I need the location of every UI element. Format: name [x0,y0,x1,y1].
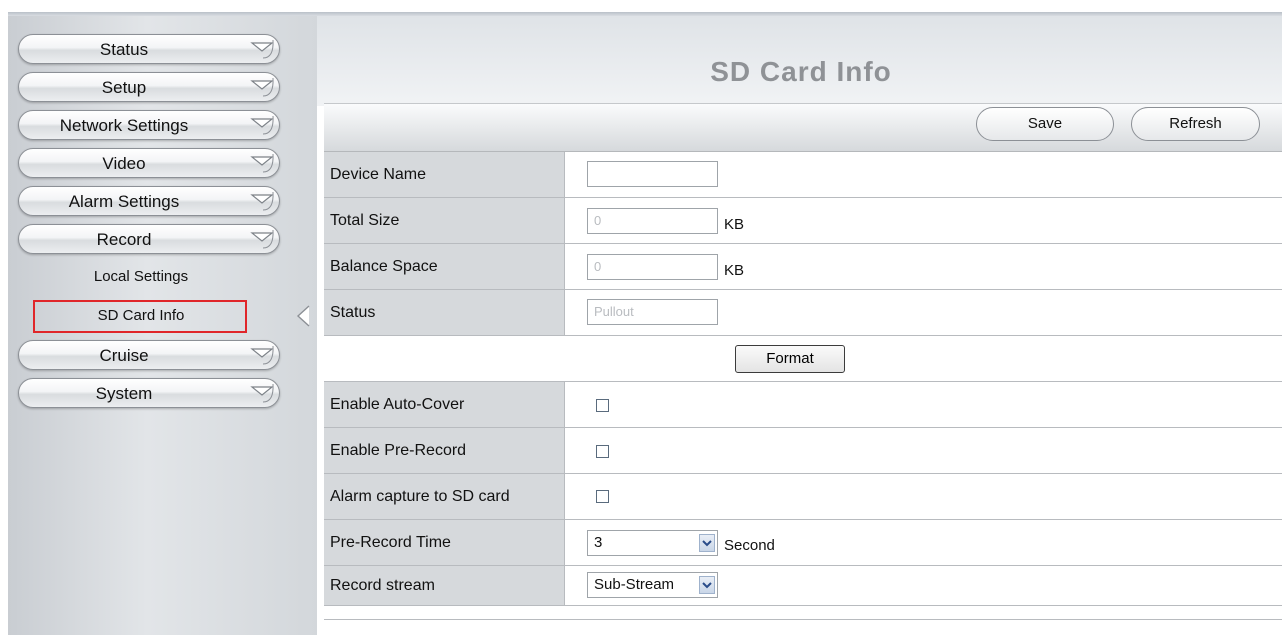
dropdown-arrow-icon [250,153,274,173]
dropdown-arrow-icon [250,383,274,403]
menu-label: Record [96,230,152,249]
device-name-label: Device Name [324,152,565,197]
submenu-sd-card-info[interactable]: SD Card Info [36,307,246,324]
status-label: Status [324,290,565,335]
pre-record-time-unit: Second [724,537,775,554]
dropdown-arrow-icon [250,229,274,249]
balance-space-input[interactable]: 0 [587,254,718,280]
pre-record-time-select[interactable]: 3 [587,530,718,556]
pre-record-time-value: 3 [594,534,603,551]
dropdown-arrow-icon [250,115,274,135]
menu-label: Setup [101,78,147,97]
menu-label: Video [102,154,146,173]
table-footer [324,606,1282,620]
dropdown-arrow-icon [250,191,274,211]
menu-record[interactable]: Record [18,224,280,254]
dropdown-arrow-icon [250,345,274,365]
dropdown-arrow-icon [250,39,274,59]
menu-label: Alarm Settings [68,192,180,211]
status-input[interactable]: Pullout [587,299,718,325]
save-button[interactable]: Save [976,107,1114,141]
total-size-input[interactable]: 0 [587,208,718,234]
menu-cruise[interactable]: Cruise [18,340,280,370]
select-arrow-icon [699,534,715,552]
auto-cover-label: Enable Auto-Cover [324,382,565,427]
balance-space-unit: KB [724,262,745,279]
menu-system[interactable]: System [18,378,280,408]
menu-status[interactable]: Status [18,34,280,64]
alarm-capture-checkbox[interactable] [596,490,609,503]
record-stream-label: Record stream [324,566,565,605]
menu-alarm-settings[interactable]: Alarm Settings [18,186,280,216]
total-size-label: Total Size [324,198,565,243]
menu-label: Network Settings [59,116,189,135]
menu-label: System [95,384,153,403]
device-name-input[interactable] [587,161,718,187]
pre-record-time-label: Pre-Record Time [324,520,565,565]
menu-video[interactable]: Video [18,148,280,178]
balance-space-label: Balance Space [324,244,565,289]
dropdown-arrow-icon [250,77,274,97]
submenu-local-settings[interactable]: Local Settings [36,268,246,285]
pre-record-label: Enable Pre-Record [324,428,565,473]
total-size-unit: KB [724,216,745,233]
pre-record-checkbox[interactable] [596,445,609,458]
selection-pointer-icon [296,305,310,327]
refresh-button[interactable]: Refresh [1131,107,1260,141]
menu-label: Status [99,40,149,59]
page-title: SD Card Info [710,56,892,87]
top-strip [0,0,1282,12]
menu-setup[interactable]: Setup [18,72,280,102]
menu-label: Cruise [99,346,149,365]
select-arrow-icon [699,576,715,594]
record-stream-value: Sub-Stream [594,576,675,593]
auto-cover-checkbox[interactable] [596,399,609,412]
menu-network-settings[interactable]: Network Settings [18,110,280,140]
record-stream-select[interactable]: Sub-Stream [587,572,718,598]
alarm-capture-label: Alarm capture to SD card [324,474,565,519]
format-button[interactable]: Format [735,345,845,373]
